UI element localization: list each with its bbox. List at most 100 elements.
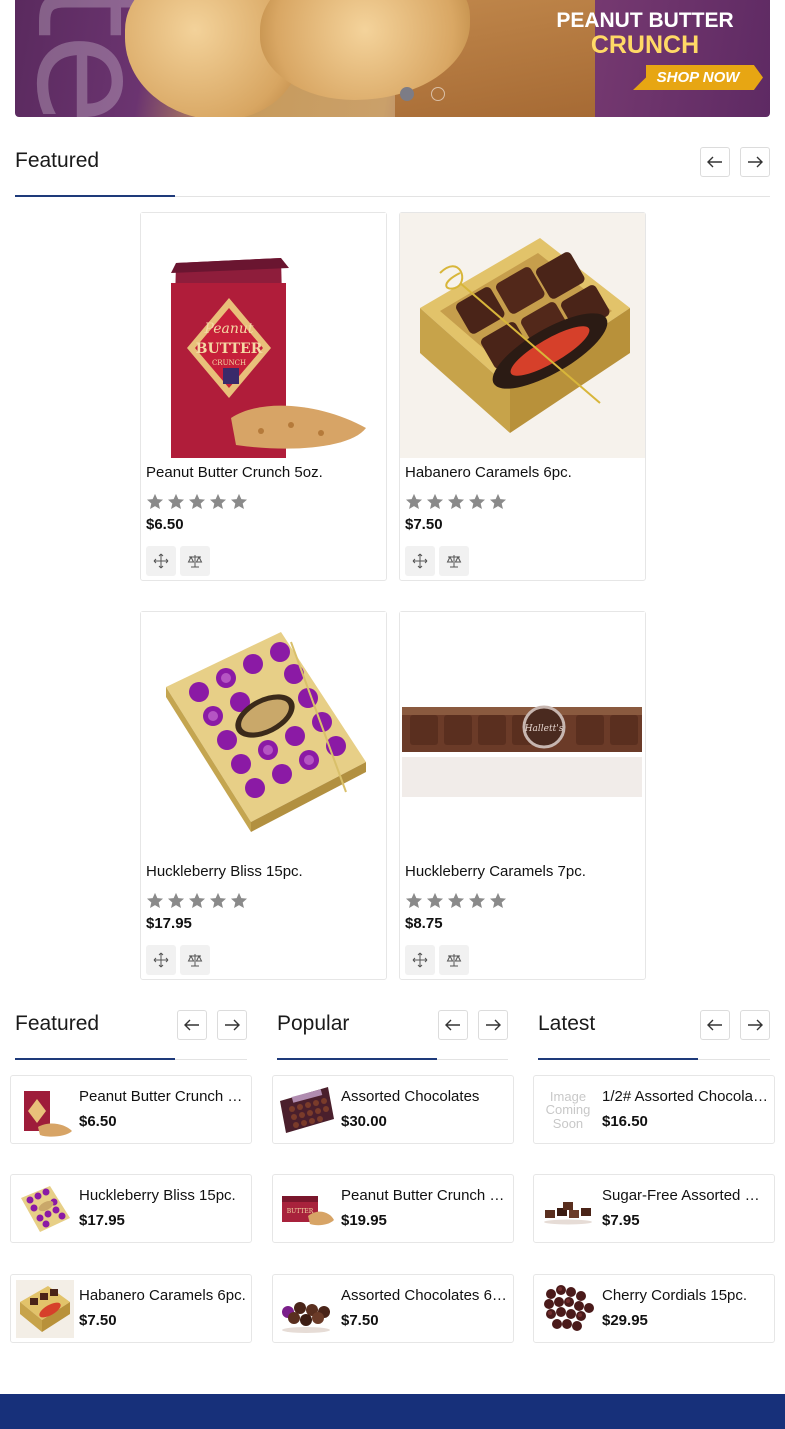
item-thumbnail[interactable] xyxy=(539,1180,597,1238)
quick-view-button[interactable] xyxy=(146,945,176,975)
item-name[interactable]: Habanero Caramels 6pc. xyxy=(79,1287,247,1304)
product-name[interactable]: Peanut Butter Crunch 5oz. xyxy=(146,464,323,481)
expand-icon xyxy=(153,952,169,968)
section-divider xyxy=(538,1058,770,1060)
product-name[interactable]: Huckleberry Bliss 15pc. xyxy=(146,863,303,880)
section-divider xyxy=(277,1058,508,1060)
product-card[interactable]: Hallett's Huckleberry Caramels 7pc. $8.7… xyxy=(399,611,646,980)
featured-prev-button[interactable] xyxy=(700,147,730,177)
list-latest-next-button[interactable] xyxy=(740,1010,770,1040)
product-price: $17.95 xyxy=(146,915,192,932)
quick-view-button[interactable] xyxy=(146,546,176,576)
compare-button[interactable] xyxy=(439,945,469,975)
product-actions xyxy=(405,546,469,576)
item-price: $7.50 xyxy=(341,1312,379,1329)
hero-banner[interactable]: tes PEANUT BUTTER CRUNCH SHOP NOW xyxy=(15,0,770,117)
item-price: $30.00 xyxy=(341,1113,387,1130)
featured-next-button[interactable] xyxy=(740,147,770,177)
arrow-left-icon xyxy=(445,1019,460,1031)
item-name[interactable]: Sugar-Free Assorted Chocolates xyxy=(602,1187,770,1204)
star-icon xyxy=(468,493,486,510)
star-icon xyxy=(188,892,206,909)
list-header-popular: Popular xyxy=(277,1012,349,1036)
product-image[interactable] xyxy=(141,612,386,857)
item-thumbnail[interactable]: Image Coming Soon xyxy=(539,1081,597,1139)
compare-button[interactable] xyxy=(180,945,210,975)
section-title: Featured xyxy=(15,149,100,172)
list-popular-next-button[interactable] xyxy=(478,1010,508,1040)
star-icon xyxy=(405,892,423,909)
featured-section-header: Featured xyxy=(15,149,99,173)
list-header-featured: Featured xyxy=(15,1012,99,1036)
product-card[interactable]: Peanut BUTTER CRUNCH Peanut Butter Crunc… xyxy=(140,212,387,581)
expand-icon xyxy=(153,553,169,569)
star-icon xyxy=(230,892,248,909)
list-item[interactable]: Sugar-Free Assorted Chocolates $7.95 xyxy=(533,1174,775,1243)
item-price: $7.95 xyxy=(602,1212,640,1229)
list-featured-next-button[interactable] xyxy=(217,1010,247,1040)
item-price: $7.50 xyxy=(79,1312,117,1329)
svg-text:BUTTER: BUTTER xyxy=(287,1208,314,1215)
item-thumbnail[interactable] xyxy=(16,1180,74,1238)
product-card[interactable]: Habanero Caramels 6pc. $7.50 xyxy=(399,212,646,581)
product-name[interactable]: Habanero Caramels 6pc. xyxy=(405,464,572,481)
list-item[interactable]: Peanut Butter Crunch 5oz. $6.50 xyxy=(10,1075,252,1144)
star-icon xyxy=(426,493,444,510)
list-featured-prev-button[interactable] xyxy=(177,1010,207,1040)
star-icon xyxy=(489,892,507,909)
item-name[interactable]: Assorted Chocolates 6pc. xyxy=(341,1287,509,1304)
star-icon xyxy=(489,493,507,510)
section-divider xyxy=(15,195,770,197)
item-name[interactable]: Cherry Cordials 15pc. xyxy=(602,1287,770,1304)
item-thumbnail[interactable]: BUTTER xyxy=(278,1180,336,1238)
item-name[interactable]: Huckleberry Bliss 15pc. xyxy=(79,1187,247,1204)
list-item[interactable]: Assorted Chocolates 6pc. $7.50 xyxy=(272,1274,514,1343)
product-rating xyxy=(405,892,507,910)
item-name[interactable]: Peanut Butter Crunch 5oz. xyxy=(79,1088,247,1105)
section-title: Featured xyxy=(15,1012,100,1035)
item-price: $6.50 xyxy=(79,1113,117,1130)
section-title: Latest xyxy=(538,1012,596,1035)
compare-button[interactable] xyxy=(180,546,210,576)
hero-pagination-dot[interactable] xyxy=(400,87,414,101)
arrow-right-icon xyxy=(748,1019,763,1031)
product-actions xyxy=(146,945,210,975)
product-card[interactable]: Huckleberry Bliss 15pc. $17.95 xyxy=(140,611,387,980)
list-item[interactable]: Image Coming Soon 1/2# Assorted Chocolates… xyxy=(533,1075,775,1144)
item-name[interactable]: Assorted Chocolates xyxy=(341,1088,509,1105)
svg-text:Hallett's: Hallett's xyxy=(524,724,564,734)
list-item[interactable]: Assorted Chocolates $30.00 xyxy=(272,1075,514,1144)
list-item[interactable]: Habanero Caramels 6pc. $7.50 xyxy=(10,1274,252,1343)
list-item[interactable]: Cherry Cordials 15pc. $29.95 xyxy=(533,1274,775,1343)
compare-button[interactable] xyxy=(439,546,469,576)
section-divider xyxy=(15,1058,247,1060)
expand-icon xyxy=(412,952,428,968)
item-thumbnail[interactable] xyxy=(539,1280,597,1338)
list-latest-prev-button[interactable] xyxy=(700,1010,730,1040)
product-actions xyxy=(405,945,469,975)
item-name[interactable]: Peanut Butter Crunch 1lb. xyxy=(341,1187,509,1204)
hero-pagination-dot[interactable] xyxy=(431,87,445,101)
item-thumbnail[interactable] xyxy=(16,1081,74,1139)
item-thumbnail[interactable] xyxy=(278,1280,336,1338)
item-name[interactable]: 1/2# Assorted Chocolates xyxy=(602,1088,770,1105)
list-popular-prev-button[interactable] xyxy=(438,1010,468,1040)
product-name[interactable]: Huckleberry Caramels 7pc. xyxy=(405,863,586,880)
arrow-right-icon xyxy=(225,1019,240,1031)
product-image[interactable]: Peanut BUTTER CRUNCH xyxy=(141,213,386,458)
product-rating xyxy=(405,493,507,511)
star-icon xyxy=(146,493,164,510)
product-image[interactable] xyxy=(400,213,645,458)
quick-view-button[interactable] xyxy=(405,546,435,576)
shop-now-button[interactable]: SHOP NOW xyxy=(633,65,763,90)
item-thumbnail[interactable] xyxy=(278,1081,336,1139)
star-icon xyxy=(209,493,227,510)
arrow-left-icon xyxy=(707,156,722,168)
quick-view-button[interactable] xyxy=(405,945,435,975)
item-thumbnail[interactable] xyxy=(16,1280,74,1338)
list-item[interactable]: BUTTER Peanut Butter Crunch 1lb. $19.95 xyxy=(272,1174,514,1243)
arrow-left-icon xyxy=(184,1019,199,1031)
list-item[interactable]: Huckleberry Bliss 15pc. $17.95 xyxy=(10,1174,252,1243)
star-icon xyxy=(146,892,164,909)
product-image[interactable]: Hallett's xyxy=(400,612,645,857)
